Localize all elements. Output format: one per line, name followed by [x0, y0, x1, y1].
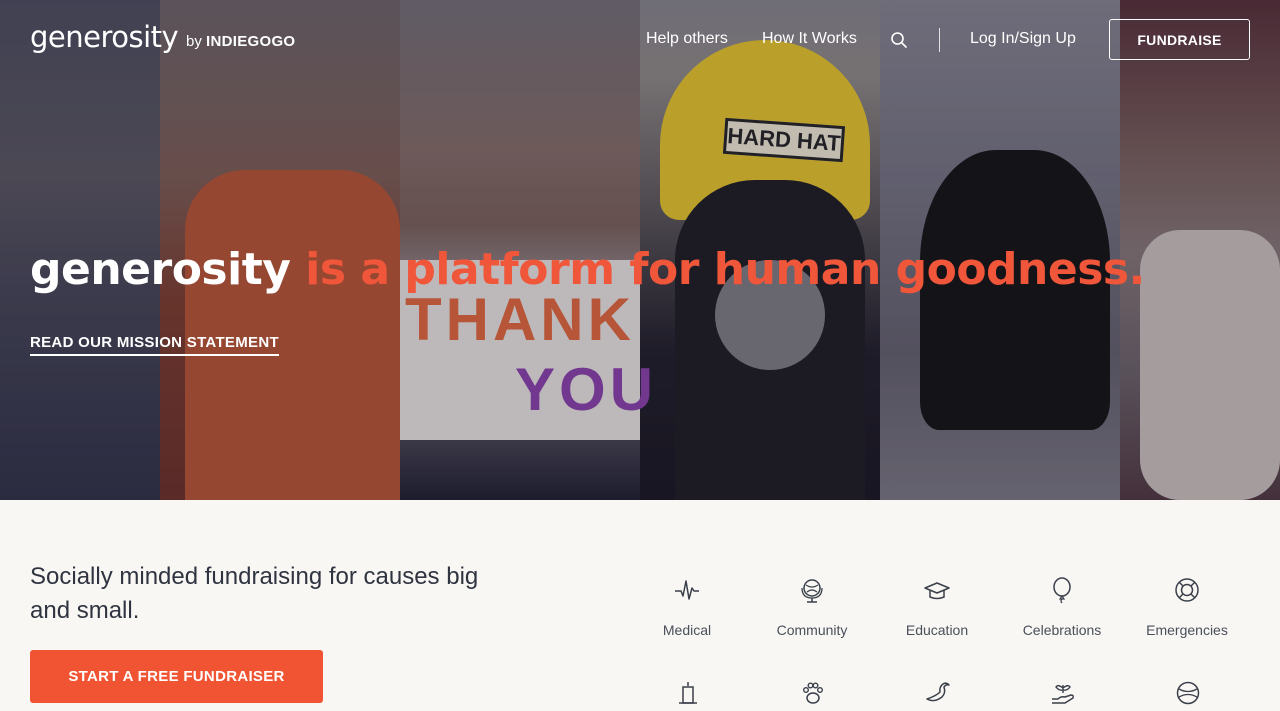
graduation-cap-icon — [924, 582, 950, 600]
logo[interactable]: generosity — [30, 20, 179, 54]
bird-icon[interactable] — [924, 679, 952, 707]
headline-tagline: is a platform for human goodness. — [290, 244, 1145, 295]
nav-how-it-works[interactable]: How It Works — [762, 30, 857, 48]
nav-divider — [939, 28, 940, 52]
start-fundraiser-button[interactable]: START A FREE FUNDRAISER — [30, 650, 323, 703]
lifebuoy-icon — [1175, 578, 1199, 602]
heartbeat-icon — [675, 580, 699, 600]
hand-plant-icon[interactable] — [1049, 679, 1077, 707]
globe-icon — [801, 579, 823, 603]
category-label: Community — [776, 622, 848, 638]
category-label: Emergencies — [1146, 622, 1228, 638]
ball-icon[interactable] — [1174, 679, 1202, 707]
nav-login-signup[interactable]: Log In/Sign Up — [970, 30, 1076, 48]
mission-statement-link[interactable]: READ OUR MISSION STATEMENT — [30, 334, 279, 356]
category-medical[interactable]: Medical — [627, 576, 747, 638]
candle-icon[interactable] — [674, 679, 702, 707]
category-education[interactable]: Education — [877, 576, 997, 638]
category-label: Celebrations — [1022, 622, 1102, 638]
headline-brand: generosity — [30, 244, 291, 295]
category-community[interactable]: Community — [752, 576, 872, 638]
nav-help-others[interactable]: Help others — [646, 30, 728, 48]
paw-icon[interactable] — [799, 679, 827, 707]
category-label: Education — [905, 622, 969, 638]
hero-headline: generosity is a platform for human goodn… — [30, 244, 1145, 295]
category-label: Medical — [662, 622, 712, 638]
logo-by-text: by — [186, 33, 202, 50]
balloon-icon — [1053, 577, 1071, 604]
category-emergencies[interactable]: Emergencies — [1127, 576, 1247, 638]
search-icon[interactable] — [890, 31, 908, 49]
category-celebrations[interactable]: Celebrations — [1002, 576, 1122, 638]
section-tagline: Socially minded fundraising for causes b… — [30, 563, 479, 624]
logo-indiegogo: INDIEGOGO — [206, 33, 296, 50]
fundraise-button[interactable]: FUNDRAISE — [1109, 19, 1250, 60]
logo-byline: by INDIEGOGO — [186, 33, 295, 50]
